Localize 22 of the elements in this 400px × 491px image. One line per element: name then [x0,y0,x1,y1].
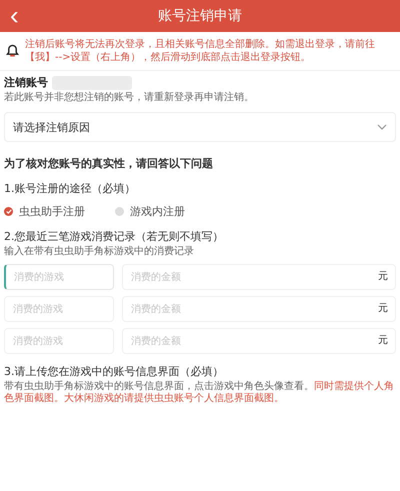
upload-hint: 带有虫虫助手角标游戏中的账号信息界面，点击游戏中角色头像查看。同时需提供个人角色界面截图。大休闲游戏的请提供虫虫账号个人信息界面截图。 [4,381,395,405]
warning-notice: 注销后账号将无法再次登录，且相关账号信息全部删除。如需退出登录，请前往【我】-->设置（右上角），然后滑动到底部点击退出登录按钮。 [25,38,376,64]
game-input-field[interactable]: 消费的游戏 [4,264,114,290]
bell-icon [6,44,19,57]
game-input-field[interactable]: 消费的游戏 [4,296,114,322]
reason-select[interactable]: 请选择注销原因 [4,112,396,142]
question-title: 3.请上传您在游戏中的账号信息界面（必填） [4,364,224,379]
currency-unit: 元 [378,335,388,347]
page-title: 账号注销申请 [158,7,242,25]
currency-unit: 元 [378,271,388,283]
game-input-field[interactable]: 消费的游戏 [4,328,114,354]
currency-unit: 元 [378,303,388,315]
back-button[interactable]: ‹ [4,2,25,28]
radio-option[interactable]: 游戏内注册 [115,204,185,219]
questions-heading: 为了核对您账号的真实性，请回答以下问题 [4,156,214,171]
radio-option[interactable]: 虫虫助手注册 [4,204,85,219]
question-title: 1.账号注册的途径（必填） [4,181,136,196]
chevron-down-icon [377,124,387,130]
account-label: 注销账号 [4,75,48,90]
question-title: 2.您最近三笔游戏消费记录（若无则不填写） [4,229,224,244]
account-hint: 若此账号并非您想注销的账号，请重新登录再申请注销。 [4,92,255,104]
consumption-hint: 输入在带有虫虫助手角标游戏中的消费记录 [4,246,195,258]
